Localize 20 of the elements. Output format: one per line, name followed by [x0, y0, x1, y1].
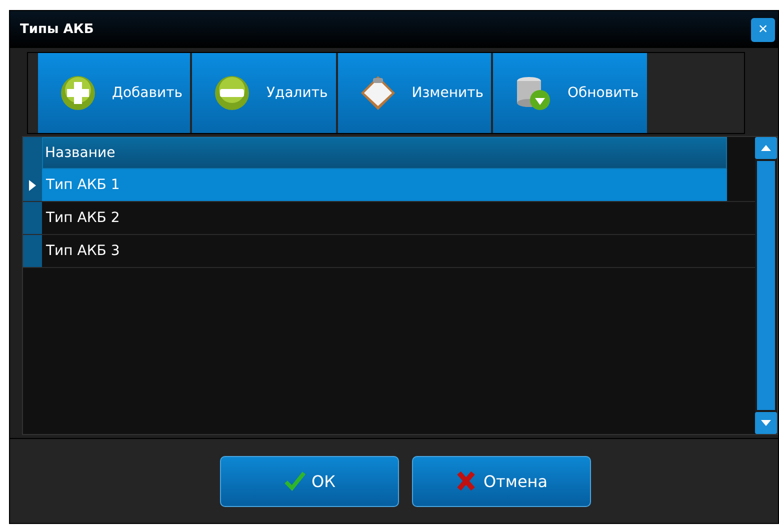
check-icon: [284, 470, 306, 492]
table-cell[interactable]: Тип АКБ 3: [42, 235, 727, 267]
ok-button[interactable]: ОК: [220, 456, 399, 506]
close-button[interactable]: ×: [751, 18, 775, 42]
toolbar-button[interactable]: Обновить: [493, 53, 647, 133]
column-header[interactable]: Название: [42, 137, 727, 169]
scroll-up-icon[interactable]: [761, 145, 771, 151]
plus-icon: [58, 73, 98, 113]
toolbar-button[interactable]: Добавить: [38, 53, 190, 133]
row-header: [23, 137, 42, 169]
cross-icon: [455, 470, 478, 492]
toolbar-button[interactable]: Изменить: [338, 53, 492, 133]
window-title: Типы АКБ: [20, 22, 94, 37]
cancel-button[interactable]: Отмена: [412, 456, 591, 506]
toolbar-button[interactable]: Удалить: [192, 53, 336, 133]
scroll-down-icon[interactable]: [761, 420, 771, 426]
table-cell[interactable]: Тип АКБ 2: [42, 202, 727, 234]
row-header[interactable]: [23, 169, 42, 201]
table-cell[interactable]: Тип АКБ 1: [42, 169, 727, 201]
scrollbar[interactable]: [755, 137, 777, 434]
